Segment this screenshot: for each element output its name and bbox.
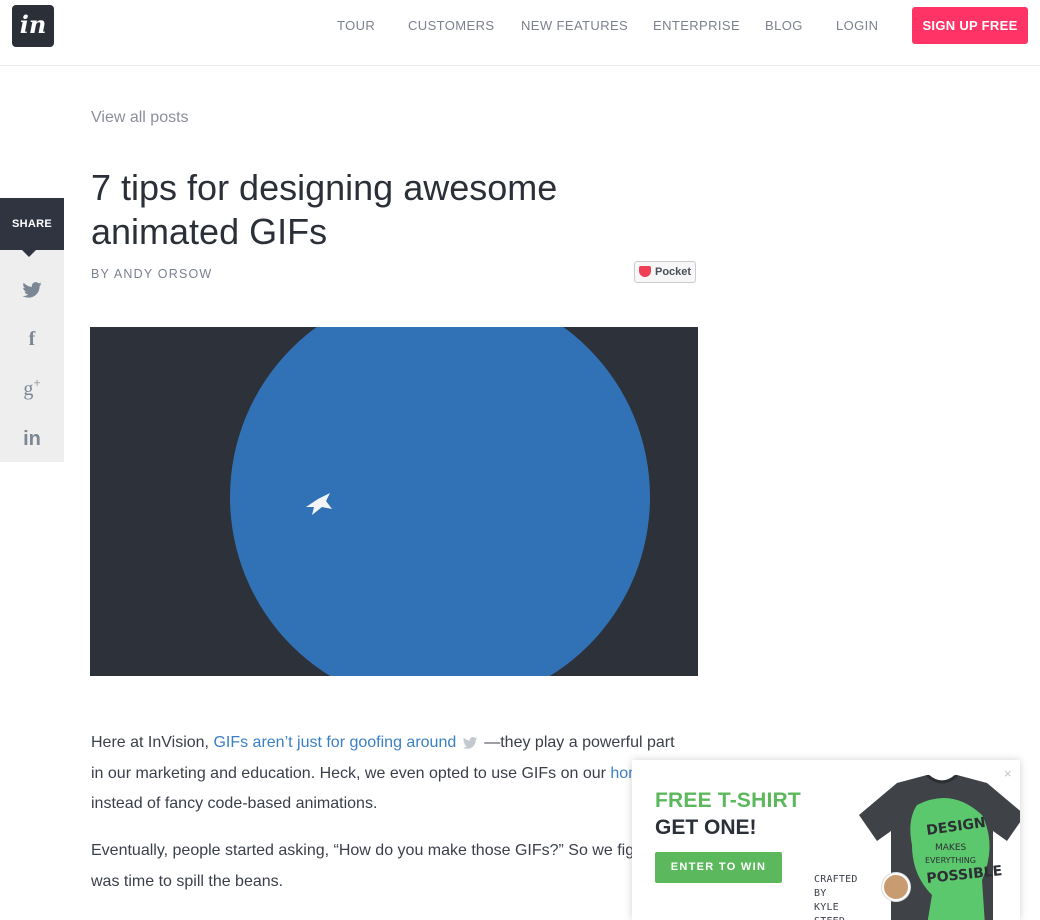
article-title: 7 tips for designing awesome animated GI… [91,167,558,252]
article-paragraph-2: Eventually, people started asking, “How … [91,842,679,890]
shirt-text-2: MAKES [935,843,967,853]
twitter-icon[interactable] [0,250,64,314]
p1-text-end: instead of fancy code-based animations. [91,795,378,812]
pocket-icon [639,266,651,277]
hero-gif-image [90,327,698,676]
view-all-posts-link[interactable]: View all posts [91,109,189,127]
popup-title: FREE T-SHIRT [655,789,801,812]
article-byline: BY ANDY ORSOW [91,267,213,281]
popup-subtitle: GET ONE! [655,816,757,839]
popup-close-icon[interactable]: × [1004,766,1012,781]
nav-tour[interactable]: TOUR [337,18,375,33]
share-list: f g+ in [0,250,64,462]
gifs-not-goofing-link[interactable]: GIFs aren’t just for goofing around [213,734,456,751]
pocket-label: Pocket [655,266,692,278]
nav-login[interactable]: LOGIN [836,18,878,33]
main-nav: TOUR CUSTOMERS NEW FEATURES ENTERPRISE B… [0,18,1040,34]
sparkle-icon [306,493,332,515]
p1-text-start: Here at InVision, [91,734,214,751]
sign-up-free-button[interactable]: SIGN UP FREE [912,7,1028,44]
tweet-inline-icon[interactable] [462,736,478,749]
crafted-line-1: CRAFTED BY [814,874,858,899]
free-tshirt-popup: DESIGN MAKES EVERYTHING POSSIBLE × FREE … [632,760,1020,920]
nav-blog[interactable]: BLOG [765,18,803,33]
enter-to-win-button[interactable]: ENTER TO WIN [655,852,782,883]
shirt-text-3: EVERYTHING [925,856,976,865]
pocket-button[interactable]: Pocket [634,261,696,283]
crafted-line-2: KYLE STEED [814,902,845,920]
share-sidebar: SHARE f g+ in [0,198,64,462]
nav-enterprise[interactable]: ENTERPRISE [653,18,740,33]
linkedin-icon[interactable]: in [0,414,64,464]
google-plus-icon[interactable]: g+ [0,364,64,414]
nav-new-features[interactable]: NEW FEATURES [521,18,628,33]
crafted-by-credit: CRAFTED BY KYLE STEED [814,873,870,920]
blue-circle-graphic [230,327,650,676]
article-paragraph-1: Here at InVision, GIFs aren’t just for g… [91,728,691,820]
share-label: SHARE [0,198,64,257]
site-header: in TOUR CUSTOMERS NEW FEATURES ENTERPRIS… [0,0,1040,66]
nav-customers[interactable]: CUSTOMERS [408,18,494,33]
facebook-icon[interactable]: f [0,314,64,364]
designer-avatar [882,873,910,901]
tshirt-image: DESIGN MAKES EVERYTHING POSSIBLE [859,775,1020,920]
